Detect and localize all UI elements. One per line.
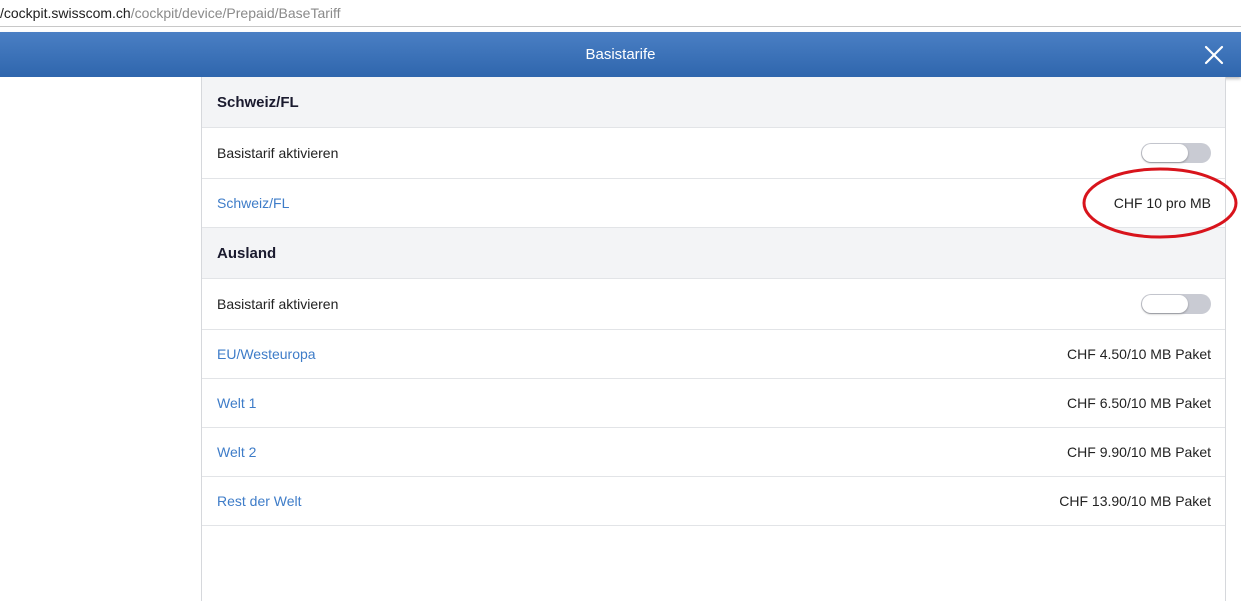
tariff-price: CHF 13.90/10 MB Paket [1059,493,1211,509]
tariff-link-rest-der-welt[interactable]: Rest der Welt [217,477,302,525]
tariff-row[interactable]: Welt 1 CHF 6.50/10 MB Paket [202,379,1225,428]
modal-header: Basistarife [0,32,1241,77]
basistarif-toggle-domestic[interactable] [1141,143,1211,163]
section-title-domestic: Schweiz/FL [217,93,299,111]
tariff-link-welt-1[interactable]: Welt 1 [217,379,256,427]
url-host: /cockpit.swisscom.ch [0,5,131,21]
tariff-link-schweiz-fl[interactable]: Schweiz/FL [217,179,289,227]
tariff-row[interactable]: Welt 2 CHF 9.90/10 MB Paket [202,428,1225,477]
modal-title: Basistarife [585,46,656,63]
toggle-row-abroad: Basistarif aktivieren [202,279,1225,330]
tariff-row[interactable]: Schweiz/FL CHF 10 pro MB [202,179,1225,228]
left-background [0,77,201,601]
toggle-knob [1142,144,1188,162]
tariff-price: CHF 9.90/10 MB Paket [1067,444,1211,460]
toggle-knob [1142,295,1188,313]
toggle-label-domestic: Basistarif aktivieren [217,145,339,161]
tariff-link-welt-2[interactable]: Welt 2 [217,428,256,476]
tariff-price: CHF 4.50/10 MB Paket [1067,346,1211,362]
toggle-row-domestic: Basistarif aktivieren [202,128,1225,179]
basistarif-toggle-abroad[interactable] [1141,294,1211,314]
tariff-price: CHF 6.50/10 MB Paket [1067,395,1211,411]
tariff-row[interactable]: EU/Westeuropa CHF 4.50/10 MB Paket [202,330,1225,379]
toggle-label-abroad: Basistarif aktivieren [217,296,339,312]
section-header-domestic: Schweiz/FL [202,77,1225,128]
tariff-price: CHF 10 pro MB [1113,195,1211,211]
section-header-abroad: Ausland [202,228,1225,279]
tariff-panel: Schweiz/FL Basistarif aktivieren Schweiz… [201,77,1226,601]
tariff-row[interactable]: Rest der Welt CHF 13.90/10 MB Paket [202,477,1225,526]
address-bar[interactable]: /cockpit.swisscom.ch/cockpit/device/Prep… [0,0,1241,27]
close-button[interactable] [1201,42,1227,68]
close-icon [1204,45,1224,65]
tariff-link-eu-westeuropa[interactable]: EU/Westeuropa [217,330,316,378]
section-title-abroad: Ausland [217,244,277,262]
url-path: /cockpit/device/Prepaid/BaseTariff [130,5,341,21]
